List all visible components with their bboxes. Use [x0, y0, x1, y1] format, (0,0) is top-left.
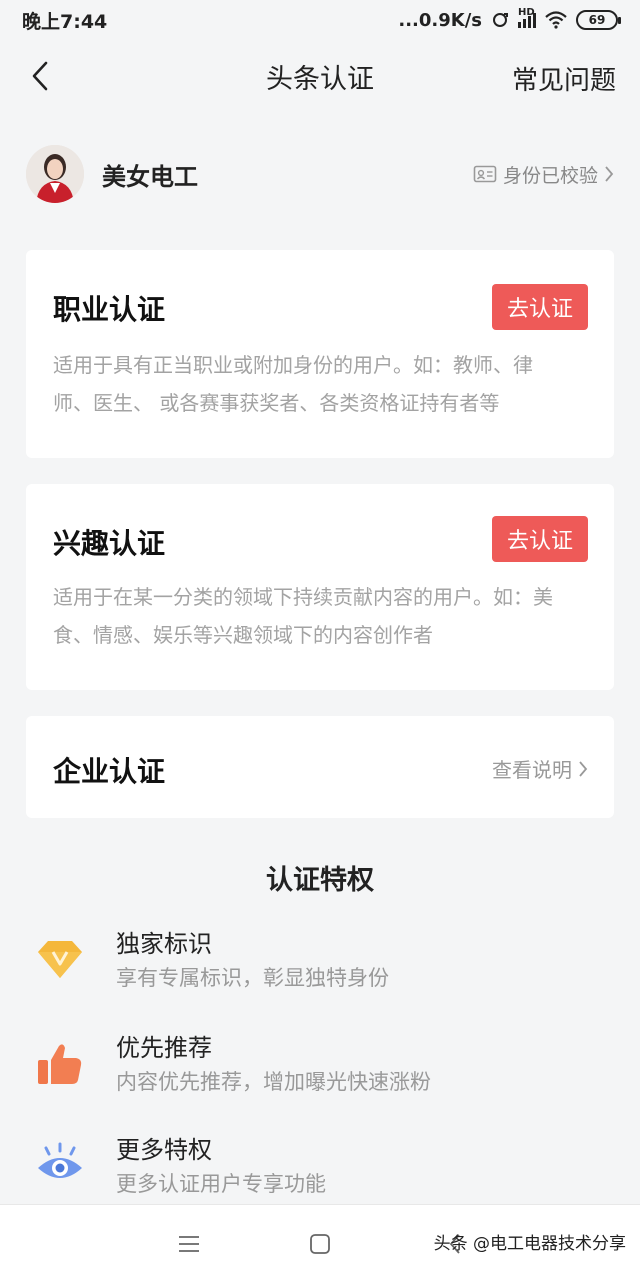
- id-card-icon: [473, 165, 497, 183]
- sync-icon: [493, 13, 508, 27]
- signal-icon: HD: [518, 7, 536, 28]
- professional-cert-desc-line1: 适用于具有正当职业或附加身份的用户。如：教师、律: [53, 353, 533, 377]
- professional-cert-card: 职业认证 去认证 适用于具有正当职业或附加身份的用户。如：教师、律 师、医生、 …: [26, 250, 614, 458]
- identity-verified-link[interactable]: 身份已校验: [473, 161, 614, 188]
- enterprise-cert-card[interactable]: 企业认证 查看说明: [26, 716, 614, 818]
- profile-name: 美女电工: [102, 162, 198, 191]
- identity-verified-label: 身份已校验: [502, 164, 598, 187]
- privilege-desc: 内容优先推荐，增加曝光快速涨粉: [116, 1070, 431, 1094]
- professional-cert-button[interactable]: 去认证: [492, 284, 588, 330]
- interest-cert-title: 兴趣认证: [53, 527, 166, 560]
- privileges-title: 认证特权: [266, 865, 374, 896]
- professional-cert-desc-line2: 师、医生、 或各赛事获奖者、各类资格证持有者等: [53, 391, 500, 415]
- status-indicators: ...0.9K/s HD 69: [398, 7, 621, 31]
- status-time: 晚上7:44: [22, 10, 108, 33]
- home-button[interactable]: [303, 1227, 337, 1261]
- privilege-item: 更多特权 更多认证用户专享功能: [0, 1130, 640, 1210]
- menu-button[interactable]: [172, 1227, 206, 1261]
- privilege-item: 独家标识 享有专属标识，彰显独特身份: [0, 924, 640, 1004]
- page-title: 头条认证: [266, 63, 374, 95]
- professional-cert-title: 职业认证: [53, 293, 166, 326]
- watermark: 头条 @电工电器技术分享: [433, 1234, 626, 1254]
- privilege-title: 独家标识: [116, 930, 212, 958]
- privilege-item: 优先推荐 内容优先推荐，增加曝光快速涨粉: [0, 1028, 640, 1108]
- avatar: [26, 145, 84, 203]
- privilege-title: 更多特权: [116, 1136, 212, 1164]
- hd-label: HD: [518, 6, 535, 18]
- thumbs-up-icon: [38, 1044, 82, 1084]
- interest-cert-desc-line2: 食、情感、娱乐等兴趣领域下的内容创作者: [53, 623, 433, 647]
- interest-cert-card: 兴趣认证 去认证 适用于在某一分类的领域下持续贡献内容的用户。如：美 食、情感、…: [26, 484, 614, 690]
- back-button[interactable]: [20, 54, 60, 98]
- privilege-title: 优先推荐: [116, 1034, 212, 1062]
- enterprise-view-info-label: 查看说明: [492, 758, 572, 782]
- system-nav-bar: 头条 @电工电器技术分享: [0, 1204, 640, 1280]
- menu-icon: [179, 1236, 199, 1252]
- nav-bar: 头条认证 常见问题: [0, 40, 640, 112]
- chevron-right-icon: [605, 166, 614, 182]
- network-speed: ...0.9K/s: [398, 9, 482, 31]
- enterprise-cert-title: 企业认证: [53, 755, 166, 788]
- status-bar: 晚上7:44 ...0.9K/s HD 69: [0, 0, 640, 40]
- wifi-icon: [545, 11, 567, 29]
- enterprise-view-info-link[interactable]: 查看说明: [492, 754, 588, 783]
- interest-cert-button[interactable]: 去认证: [492, 516, 588, 562]
- chevron-left-icon: [32, 61, 48, 91]
- battery-indicator: 69: [576, 10, 621, 30]
- home-square-icon: [310, 1234, 330, 1254]
- diamond-v-icon: [38, 941, 82, 978]
- interest-cert-desc-line1: 适用于在某一分类的领域下持续贡献内容的用户。如：美: [53, 585, 553, 609]
- chevron-right-icon: [579, 760, 588, 777]
- profile-row[interactable]: 美女电工 身份已校验: [0, 128, 640, 220]
- professional-cert-desc: 适用于具有正当职业或附加身份的用户。如：教师、律 师、医生、 或各赛事获奖者、各…: [53, 346, 588, 422]
- privilege-desc: 享有专属标识，彰显独特身份: [116, 966, 389, 990]
- eye-icon: [38, 1142, 82, 1178]
- privilege-desc: 更多认证用户专享功能: [116, 1172, 326, 1196]
- interest-cert-desc: 适用于在某一分类的领域下持续贡献内容的用户。如：美 食、情感、娱乐等兴趣领域下的…: [53, 578, 588, 654]
- faq-link[interactable]: 常见问题: [512, 60, 616, 97]
